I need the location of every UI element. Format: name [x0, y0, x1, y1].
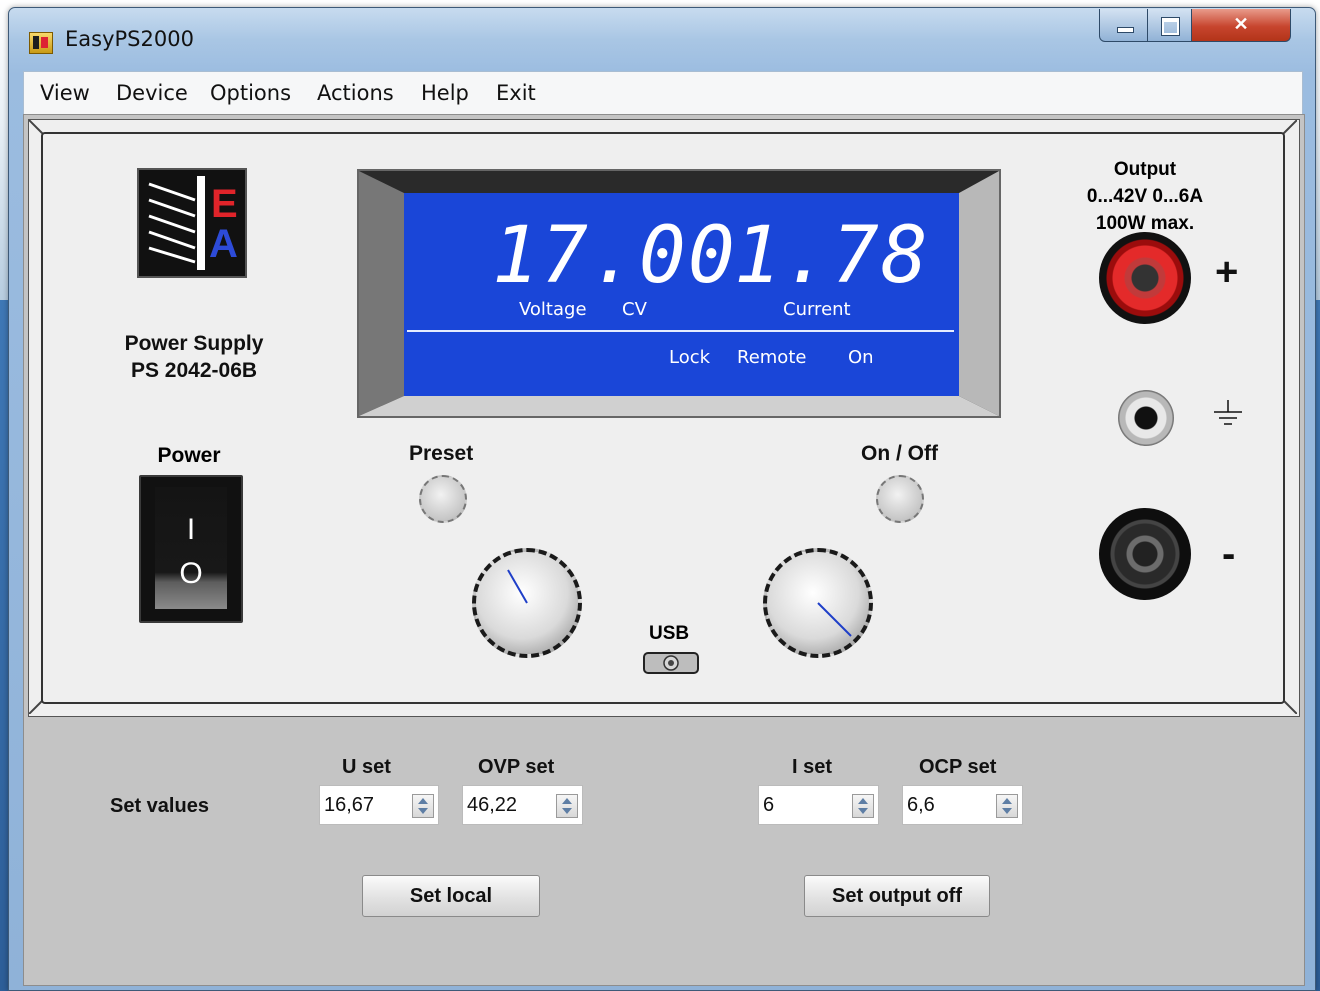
close-button[interactable]: ✕	[1191, 9, 1291, 42]
ovp-set-label: OVP set	[478, 756, 555, 778]
voltage-knob-indicator	[507, 569, 528, 604]
voltage-readout: 17.00	[492, 211, 737, 301]
power-label: Power	[157, 444, 221, 467]
ovp-set-control	[462, 785, 583, 825]
usb-port-icon	[643, 652, 699, 674]
ovp-set-input[interactable]	[463, 786, 547, 824]
menu-help[interactable]: Help	[421, 81, 469, 105]
power-switch-rocker: I O	[155, 487, 227, 609]
maximize-icon	[1161, 17, 1180, 36]
logo-lines-icon	[148, 182, 196, 264]
spin-up-icon	[562, 798, 572, 804]
usb-connector-icon	[663, 655, 679, 671]
menu-view[interactable]: View	[40, 81, 90, 105]
window-title: EasyPS2000	[65, 27, 194, 51]
u-set-input[interactable]	[320, 786, 404, 824]
u-set-label: U set	[342, 756, 391, 778]
app-window: EasyPS2000 ✕ View Device Options Actions…	[8, 7, 1316, 991]
onoff-label: On / Off	[861, 442, 938, 465]
mode-label: CV	[622, 299, 647, 320]
preset-label: Preset	[409, 442, 474, 465]
switch-on-symbol: I	[186, 513, 196, 546]
menu-exit[interactable]: Exit	[496, 81, 536, 105]
menu-bar: View Device Options Actions Help Exit	[23, 71, 1303, 115]
output-spec: Output 0...42V 0...6A 100W max.	[1065, 156, 1225, 237]
set-output-off-button[interactable]: Set output off	[804, 875, 990, 917]
spin-up-icon	[418, 798, 428, 804]
minimize-button[interactable]	[1099, 9, 1149, 42]
current-readout: 1.78	[734, 211, 930, 301]
on-label: On	[848, 347, 874, 368]
i-set-control	[758, 785, 879, 825]
spin-up-icon	[858, 798, 868, 804]
spin-down-icon	[418, 808, 428, 814]
output-title: Output	[1113, 159, 1177, 180]
device-front-panel: E A Power Supply PS 2042-06B Power I O 1…	[28, 119, 1300, 717]
logo-letter-e: E	[211, 182, 238, 226]
ground-terminal-icon	[1118, 390, 1174, 446]
positive-terminal-icon	[1099, 232, 1191, 324]
title-bar[interactable]: EasyPS2000 ✕	[9, 8, 1315, 70]
ocp-set-label: OCP set	[919, 756, 997, 778]
lcd-display: 17.00 1.78 Voltage CV Current Lock Remot…	[404, 193, 959, 396]
minus-sign: -	[1222, 532, 1236, 576]
plus-sign: +	[1215, 250, 1239, 294]
current-label: Current	[783, 299, 851, 320]
set-values-label: Set values	[110, 795, 209, 817]
remote-label: Remote	[737, 347, 807, 368]
ocp-set-input[interactable]	[903, 786, 987, 824]
set-local-button[interactable]: Set local	[362, 875, 540, 917]
u-set-control	[319, 785, 439, 825]
lock-label: Lock	[669, 347, 711, 368]
current-knob[interactable]	[763, 548, 873, 658]
voltage-knob[interactable]	[472, 548, 582, 658]
u-set-spinner[interactable]	[412, 794, 434, 818]
spin-down-icon	[858, 808, 868, 814]
i-set-spinner[interactable]	[852, 794, 874, 818]
device-model: PS 2042-06B	[130, 359, 258, 382]
maximize-button[interactable]	[1147, 9, 1193, 42]
onoff-button[interactable]	[876, 475, 924, 523]
device-name: Power Supply PS 2042-06B	[99, 330, 289, 384]
client-area: E A Power Supply PS 2042-06B Power I O 1…	[23, 114, 1305, 986]
logo-letter-a: A	[209, 222, 238, 266]
menu-device[interactable]: Device	[116, 81, 188, 105]
ocp-set-control	[902, 785, 1023, 825]
menu-options[interactable]: Options	[210, 81, 291, 105]
i-set-input[interactable]	[759, 786, 843, 824]
ovp-set-spinner[interactable]	[556, 794, 578, 818]
display-bezel: 17.00 1.78 Voltage CV Current Lock Remot…	[357, 169, 1001, 418]
i-set-label: I set	[792, 756, 833, 778]
logo-bar	[197, 176, 205, 270]
power-switch[interactable]: I O	[139, 475, 243, 623]
voltage-label: Voltage	[519, 299, 587, 320]
output-range: 0...42V 0...6A	[1086, 186, 1204, 207]
preset-button[interactable]	[419, 475, 467, 523]
minimize-icon	[1117, 27, 1134, 33]
negative-terminal-icon	[1099, 508, 1191, 600]
spin-up-icon	[1002, 798, 1012, 804]
switch-off-symbol: O	[179, 557, 203, 590]
menu-actions[interactable]: Actions	[317, 81, 394, 105]
app-icon	[29, 32, 53, 54]
ground-symbol-icon	[1214, 400, 1242, 425]
current-knob-indicator	[817, 602, 852, 637]
ocp-set-spinner[interactable]	[996, 794, 1018, 818]
usb-label: USB	[649, 623, 690, 644]
caption-buttons: ✕	[1099, 9, 1299, 43]
spin-down-icon	[562, 808, 572, 814]
spin-down-icon	[1002, 808, 1012, 814]
close-icon: ✕	[1233, 14, 1249, 34]
ea-logo: E A	[137, 168, 247, 278]
lcd-divider	[407, 330, 954, 332]
device-name-line1: Power Supply	[124, 332, 264, 355]
